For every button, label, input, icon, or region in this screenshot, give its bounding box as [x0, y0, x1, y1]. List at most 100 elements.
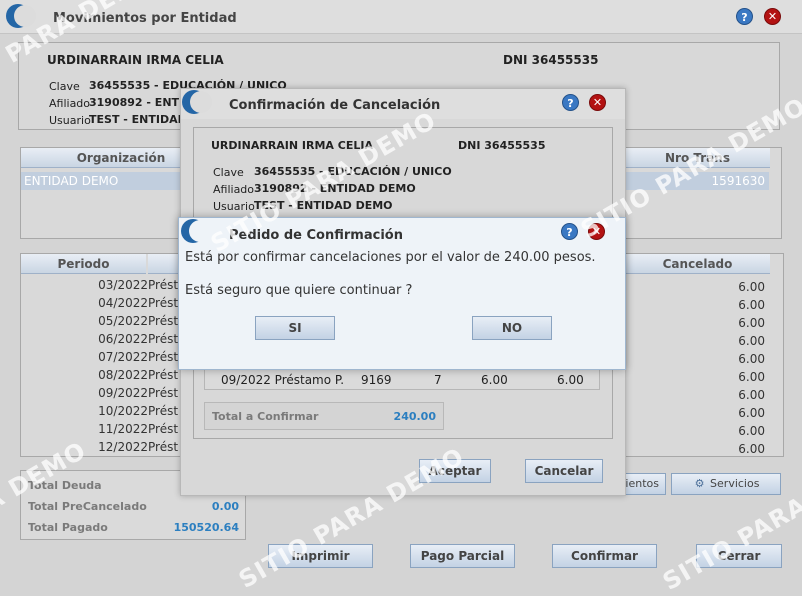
- usuario-label: Usuario: [49, 114, 91, 127]
- org-nro: 1591630: [711, 174, 765, 188]
- period-cancelado: 6.00: [738, 298, 765, 312]
- aceptar-button[interactable]: Aceptar: [419, 459, 491, 483]
- period-row[interactable]: 10/2022 Prést: [22, 404, 182, 422]
- period-cancelado: 6.00: [738, 388, 765, 402]
- confirm-dialog: Pedido de Confirmación ? ✕ Está por conf…: [178, 217, 626, 370]
- total-confirmar-box: Total a Confirmar 240.00: [204, 402, 444, 430]
- close-icon[interactable]: ✕: [764, 8, 781, 25]
- period-date: 11/2022: [98, 422, 148, 436]
- period-row[interactable]: 11/2022 Prést: [22, 422, 182, 440]
- period-cancelado: 6.00: [738, 442, 765, 456]
- period-date: 07/2022: [98, 350, 148, 364]
- total-deuda-label: Total Deuda: [28, 479, 102, 492]
- period-cancelado: 6.00: [738, 352, 765, 366]
- period-row[interactable]: 08/2022 Prést: [22, 368, 182, 386]
- no-button[interactable]: NO: [472, 316, 552, 340]
- cancel-clave-label: Clave: [213, 166, 244, 179]
- period-concept: Prést: [148, 332, 179, 346]
- cancel-table-row[interactable]: 09/2022 Préstamo P. 9169 7 6.00 6.00: [204, 370, 600, 390]
- row-cancelado: 6.00: [557, 373, 584, 387]
- total-confirmar-value: 240.00: [393, 410, 436, 423]
- cancel-afiliado-value: 3190892 - ENTIDAD DEMO: [254, 182, 416, 195]
- usuario-value: TEST - ENTIDAD: [89, 113, 187, 126]
- total-precancelado-label: Total PreCancelado: [28, 500, 147, 513]
- servicios-label: Servicios: [710, 477, 760, 490]
- total-confirmar-label: Total a Confirmar: [212, 410, 319, 423]
- clave-label: Clave: [49, 80, 80, 93]
- period-cancelado: 6.00: [738, 424, 765, 438]
- period-concept: Prést: [148, 386, 179, 400]
- period-row[interactable]: 12/2022 Prést: [22, 440, 182, 458]
- period-date: 05/2022: [98, 314, 148, 328]
- period-date: 10/2022: [98, 404, 148, 418]
- period-cancelado: 6.00: [738, 406, 765, 420]
- cancel-dialog-logo-icon: [182, 90, 212, 114]
- period-date: 09/2022: [98, 386, 148, 400]
- person-dni: DNI 36455535: [503, 53, 599, 67]
- row-importe: 6.00: [481, 373, 508, 387]
- afiliado-label: Afiliado: [49, 97, 91, 110]
- help-icon[interactable]: ?: [736, 8, 753, 25]
- period-concept: Prést: [148, 278, 179, 292]
- period-date: 06/2022: [98, 332, 148, 346]
- period-row[interactable]: 04/2022 Prést: [22, 296, 182, 314]
- confirm-message: Está por confirmar cancelaciones por el …: [185, 250, 596, 265]
- period-cancelado: 6.00: [738, 280, 765, 294]
- cancelar-button[interactable]: Cancelar: [525, 459, 603, 483]
- period-concept: Prést: [148, 350, 179, 364]
- confirm-dialog-titlebar: Pedido de Confirmación ? ✕: [179, 218, 625, 246]
- confirm-dialog-help-icon[interactable]: ?: [561, 223, 578, 240]
- period-concept: Prést: [148, 440, 179, 454]
- period-cancelado: 6.00: [738, 370, 765, 384]
- row-periodo: 09/2022 Préstamo P.: [221, 373, 345, 387]
- confirm-dialog-logo-icon: [181, 219, 211, 243]
- cancel-dialog-close-icon[interactable]: ✕: [589, 94, 606, 111]
- org-name: ENTIDAD DEMO: [24, 174, 119, 188]
- row-cuota: 7: [434, 373, 442, 387]
- cancel-dialog-help-icon[interactable]: ?: [562, 94, 579, 111]
- period-date: 08/2022: [98, 368, 148, 382]
- confirm-dialog-title: Pedido de Confirmación: [229, 228, 403, 243]
- confirm-dialog-close-icon[interactable]: ✕: [588, 223, 605, 240]
- cancel-usuario-value: TEST - ENTIDAD DEMO: [254, 199, 393, 212]
- period-cancelado: 6.00: [738, 334, 765, 348]
- person-name: URDINARRAIN IRMA CELIA: [47, 53, 224, 67]
- cancel-usuario-label: Usuario: [213, 200, 255, 213]
- period-date: 04/2022: [98, 296, 148, 310]
- main-title: Movimientos por Entidad: [53, 11, 237, 26]
- period-row[interactable]: 07/2022 Prést: [22, 350, 182, 368]
- cancel-afiliado-label: Afiliado: [213, 183, 255, 196]
- confirm-question: Está seguro que quiere continuar ?: [185, 283, 413, 298]
- period-row[interactable]: 09/2022 Prést: [22, 386, 182, 404]
- cancel-clave-value: 36455535 - EDUCACIÓN / UNICO: [254, 165, 452, 178]
- pago-parcial-button[interactable]: Pago Parcial: [410, 544, 515, 568]
- period-row[interactable]: 03/2022 Prést: [22, 278, 182, 296]
- period-concept: Prést: [148, 314, 179, 328]
- cancel-person-dni: DNI 36455535: [458, 139, 546, 152]
- total-precancelado-value: 0.00: [211, 500, 239, 513]
- si-button[interactable]: SI: [255, 316, 335, 340]
- col-cancelado[interactable]: Cancelado: [625, 254, 770, 274]
- period-date: 03/2022: [98, 278, 148, 292]
- period-row[interactable]: 05/2022 Prést: [22, 314, 182, 332]
- col-periodo[interactable]: Periodo: [21, 254, 146, 274]
- app-logo-icon: [6, 4, 36, 28]
- total-pagado-label: Total Pagado: [28, 521, 108, 534]
- period-concept: Prést: [148, 296, 179, 310]
- services-icon: ⚙: [694, 477, 705, 490]
- col-nro-trans[interactable]: Nro Trans: [625, 148, 770, 168]
- imprimir-button[interactable]: Imprimir: [268, 544, 373, 568]
- afiliado-value: 3190892 - ENT: [89, 96, 180, 109]
- period-concept: Prést: [148, 404, 179, 418]
- confirmar-button[interactable]: Confirmar: [552, 544, 657, 568]
- period-concept: Prést: [148, 368, 179, 382]
- servicios-button[interactable]: ⚙ Servicios: [671, 473, 781, 495]
- row-nro: 9169: [361, 373, 392, 387]
- period-row[interactable]: 06/2022 Prést: [22, 332, 182, 350]
- period-cancelado: 6.00: [738, 316, 765, 330]
- cancel-person-name: URDINARRAIN IRMA CELIA: [211, 139, 373, 152]
- total-pagado-value: 150520.64: [173, 521, 239, 534]
- period-concept: Prést: [148, 422, 179, 436]
- cerrar-button[interactable]: Cerrar: [696, 544, 782, 568]
- cancel-dialog-titlebar: Confirmación de Cancelación ? ✕: [181, 89, 625, 119]
